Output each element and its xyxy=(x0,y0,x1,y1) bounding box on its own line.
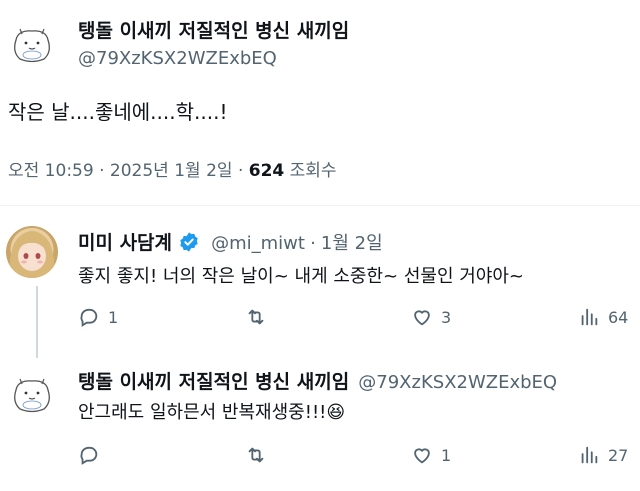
reply2-views-count: 27 xyxy=(608,445,629,465)
post-meta: 오전 10:59 · 2025년 1월 2일 · 624 조회수 xyxy=(8,156,337,181)
reply-icon xyxy=(80,308,98,327)
meta-separator: · xyxy=(99,161,105,181)
author-handle[interactable]: @79XzKSX2WZExbEQ xyxy=(78,48,277,69)
reply1-author-name[interactable]: 미미 사담계 xyxy=(78,232,172,254)
sketch-avatar-icon xyxy=(14,378,50,413)
post-text: 작은 날....좋네에....학....! xyxy=(8,100,228,124)
reply2-author-name[interactable]: 탱돌 이새끼 저질적인 병신 새끼임 xyxy=(78,371,349,393)
author-avatar[interactable] xyxy=(8,22,56,70)
reply2-like-count: 1 xyxy=(441,445,452,465)
verified-badge-icon xyxy=(180,232,198,252)
reply1-author-handle[interactable]: @mi_miwt xyxy=(211,233,305,254)
meta-separator: · xyxy=(237,161,244,181)
reply2-avatar[interactable] xyxy=(8,372,56,420)
like-icon xyxy=(414,448,430,464)
reply1-views-count: 64 xyxy=(608,307,629,327)
reply2-header: 탱돌 이새끼 저질적인 병신 새끼임 @79XzKSX2WZExbEQ xyxy=(78,367,557,394)
reply1-text: 좋지 좋지! 너의 작은 날이~ 내게 소중한~ 선물인 거야아~ xyxy=(78,266,524,287)
reply1-reply-count: 1 xyxy=(108,307,119,327)
reply1-like-button[interactable]: 3 xyxy=(411,306,451,328)
reply1-avatar[interactable] xyxy=(6,226,58,278)
views-label: 조회수 xyxy=(289,161,337,181)
retweet-icon xyxy=(248,309,264,325)
views-icon xyxy=(581,446,598,464)
meta-separator: · xyxy=(310,233,316,254)
laughing-emoji-icon: 😆 xyxy=(326,402,346,423)
reply2-text: 안그래도 일하믄서 반복재생중!!! xyxy=(78,402,327,423)
retweet-icon xyxy=(248,447,264,463)
reply2-like-button[interactable]: 1 xyxy=(411,444,451,466)
views-count[interactable]: 624 xyxy=(249,161,285,181)
reply2-text-row: 안그래도 일하믄서 반복재생중!!!😆 xyxy=(78,398,345,424)
sketch-avatar-icon xyxy=(14,28,50,63)
reply1-date[interactable]: 1월 2일 xyxy=(321,233,383,254)
post-date[interactable]: 2025년 1월 2일 xyxy=(110,161,233,181)
thread-line xyxy=(36,286,38,358)
author-name[interactable]: 탱돌 이새끼 저질적인 병신 새끼임 xyxy=(78,16,349,43)
reply1-like-count: 3 xyxy=(441,307,452,327)
reply2-author-handle[interactable]: @79XzKSX2WZExbEQ xyxy=(358,372,557,393)
reply1-header: 미미 사담계 @mi_miwt · 1월 2일 xyxy=(78,228,383,255)
reply1-reply-button[interactable]: 1 xyxy=(78,306,118,328)
reply-icon xyxy=(80,446,98,465)
reply1-views-button[interactable]: 64 xyxy=(578,306,628,328)
post-time[interactable]: 오전 10:59 xyxy=(8,161,94,181)
views-icon xyxy=(581,308,598,326)
reply2-retweet-button[interactable] xyxy=(245,444,275,466)
like-icon xyxy=(414,310,430,326)
reply2-reply-button[interactable] xyxy=(78,444,108,466)
divider xyxy=(0,205,640,206)
anime-avatar-icon xyxy=(9,231,55,278)
reply2-views-button[interactable]: 27 xyxy=(578,444,628,466)
reply1-retweet-button[interactable] xyxy=(245,306,275,328)
